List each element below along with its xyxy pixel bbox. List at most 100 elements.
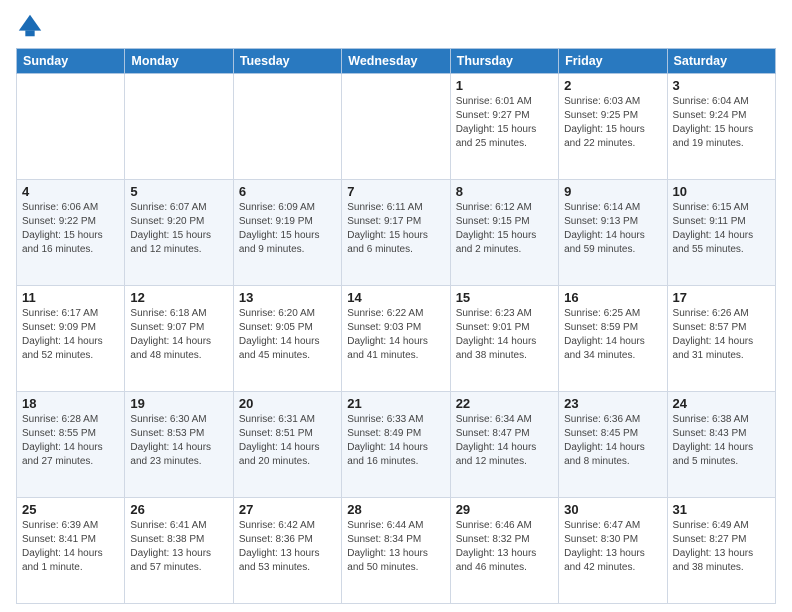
day-number: 6 — [239, 184, 336, 199]
day-number: 10 — [673, 184, 770, 199]
calendar-cell: 10 Sunrise: 6:15 AM Sunset: 9:11 PM Dayli… — [667, 180, 775, 286]
day-info: Sunrise: 6:33 AM Sunset: 8:49 PM Dayligh… — [347, 413, 444, 469]
day-number: 3 — [673, 78, 770, 93]
calendar-cell: 3 Sunrise: 6:04 AM Sunset: 9:24 PM Daylig… — [667, 74, 775, 180]
calendar-cell: 31 Sunrise: 6:49 AM Sunset: 8:27 PM Dayli… — [667, 498, 775, 604]
day-info: Sunrise: 6:39 AM Sunset: 8:41 PM Dayligh… — [22, 519, 119, 575]
calendar-cell: 13 Sunrise: 6:20 AM Sunset: 9:05 PM Dayli… — [233, 286, 341, 392]
day-info: Sunrise: 6:20 AM Sunset: 9:05 PM Dayligh… — [239, 307, 336, 363]
day-number: 8 — [456, 184, 553, 199]
calendar-week: 18Sunrise: 6:28 AM Sunset: 8:55 PM Dayli… — [17, 392, 776, 498]
day-info: Sunrise: 6:09 AM Sunset: 9:19 PM Dayligh… — [239, 201, 336, 257]
day-number: 25 — [22, 502, 119, 517]
day-info: Sunrise: 6:28 AM Sunset: 8:55 PM Dayligh… — [22, 413, 119, 469]
calendar-cell: 19 Sunrise: 6:30 AM Sunset: 8:53 PM Dayli… — [125, 392, 233, 498]
logo — [16, 12, 48, 40]
calendar-header: SundayMondayTuesdayWednesdayThursdayFrid… — [17, 49, 776, 74]
calendar-cell: 4 Sunrise: 6:06 AM Sunset: 9:22 PM Daylig… — [17, 180, 125, 286]
day-number: 2 — [564, 78, 661, 93]
day-number: 15 — [456, 290, 553, 305]
day-info: Sunrise: 6:12 AM Sunset: 9:15 PM Dayligh… — [456, 201, 553, 257]
day-info: Sunrise: 6:11 AM Sunset: 9:17 PM Dayligh… — [347, 201, 444, 257]
day-number: 4 — [22, 184, 119, 199]
day-number: 1 — [456, 78, 553, 93]
calendar-cell: 30Sunrise: 6:47 AM Sunset: 8:30 PM Dayli… — [559, 498, 667, 604]
calendar-cell: 7 Sunrise: 6:11 AM Sunset: 9:17 PM Daylig… — [342, 180, 450, 286]
day-number: 21 — [347, 396, 444, 411]
weekday-header: Monday — [125, 49, 233, 74]
weekday-header: Friday — [559, 49, 667, 74]
calendar-cell: 12 Sunrise: 6:18 AM Sunset: 9:07 PM Dayli… — [125, 286, 233, 392]
day-info: Sunrise: 6:42 AM Sunset: 8:36 PM Dayligh… — [239, 519, 336, 575]
day-info: Sunrise: 6:31 AM Sunset: 8:51 PM Dayligh… — [239, 413, 336, 469]
weekday-header: Saturday — [667, 49, 775, 74]
calendar-week: 4 Sunrise: 6:06 AM Sunset: 9:22 PM Daylig… — [17, 180, 776, 286]
day-number: 13 — [239, 290, 336, 305]
calendar-table: SundayMondayTuesdayWednesdayThursdayFrid… — [16, 48, 776, 604]
day-number: 16 — [564, 290, 661, 305]
calendar-cell — [17, 74, 125, 180]
day-info: Sunrise: 6:06 AM Sunset: 9:22 PM Dayligh… — [22, 201, 119, 257]
calendar-cell: 28Sunrise: 6:44 AM Sunset: 8:34 PM Dayli… — [342, 498, 450, 604]
calendar-cell: 9 Sunrise: 6:14 AM Sunset: 9:13 PM Daylig… — [559, 180, 667, 286]
calendar-cell: 14 Sunrise: 6:22 AM Sunset: 9:03 PM Dayli… — [342, 286, 450, 392]
day-number: 17 — [673, 290, 770, 305]
day-number: 22 — [456, 396, 553, 411]
day-number: 26 — [130, 502, 227, 517]
calendar-week: 11Sunrise: 6:17 AM Sunset: 9:09 PM Dayli… — [17, 286, 776, 392]
weekday-header: Tuesday — [233, 49, 341, 74]
weekday-header: Sunday — [17, 49, 125, 74]
day-number: 19 — [130, 396, 227, 411]
day-number: 5 — [130, 184, 227, 199]
day-info: Sunrise: 6:44 AM Sunset: 8:34 PM Dayligh… — [347, 519, 444, 575]
day-info: Sunrise: 6:22 AM Sunset: 9:03 PM Dayligh… — [347, 307, 444, 363]
day-info: Sunrise: 6:26 AM Sunset: 8:57 PM Dayligh… — [673, 307, 770, 363]
day-info: Sunrise: 6:46 AM Sunset: 8:32 PM Dayligh… — [456, 519, 553, 575]
day-number: 31 — [673, 502, 770, 517]
page: SundayMondayTuesdayWednesdayThursdayFrid… — [0, 0, 792, 612]
day-number: 30 — [564, 502, 661, 517]
calendar-cell: 16 Sunrise: 6:25 AM Sunset: 8:59 PM Dayli… — [559, 286, 667, 392]
calendar-cell: 22Sunrise: 6:34 AM Sunset: 8:47 PM Dayli… — [450, 392, 558, 498]
calendar-week: 1 Sunrise: 6:01 AM Sunset: 9:27 PM Daylig… — [17, 74, 776, 180]
day-number: 20 — [239, 396, 336, 411]
calendar-cell: 1 Sunrise: 6:01 AM Sunset: 9:27 PM Daylig… — [450, 74, 558, 180]
calendar-cell: 27 Sunrise: 6:42 AM Sunset: 8:36 PM Dayli… — [233, 498, 341, 604]
calendar-body: 1 Sunrise: 6:01 AM Sunset: 9:27 PM Daylig… — [17, 74, 776, 604]
day-number: 7 — [347, 184, 444, 199]
calendar-cell: 6 Sunrise: 6:09 AM Sunset: 9:19 PM Daylig… — [233, 180, 341, 286]
day-info: Sunrise: 6:07 AM Sunset: 9:20 PM Dayligh… — [130, 201, 227, 257]
day-info: Sunrise: 6:18 AM Sunset: 9:07 PM Dayligh… — [130, 307, 227, 363]
day-info: Sunrise: 6:23 AM Sunset: 9:01 PM Dayligh… — [456, 307, 553, 363]
calendar-cell: 18Sunrise: 6:28 AM Sunset: 8:55 PM Dayli… — [17, 392, 125, 498]
header — [16, 12, 776, 40]
day-info: Sunrise: 6:15 AM Sunset: 9:11 PM Dayligh… — [673, 201, 770, 257]
calendar-cell: 23Sunrise: 6:36 AM Sunset: 8:45 PM Dayli… — [559, 392, 667, 498]
calendar-cell: 17 Sunrise: 6:26 AM Sunset: 8:57 PM Dayli… — [667, 286, 775, 392]
day-info: Sunrise: 6:01 AM Sunset: 9:27 PM Dayligh… — [456, 95, 553, 151]
calendar-cell: 24Sunrise: 6:38 AM Sunset: 8:43 PM Dayli… — [667, 392, 775, 498]
day-info: Sunrise: 6:25 AM Sunset: 8:59 PM Dayligh… — [564, 307, 661, 363]
day-number: 27 — [239, 502, 336, 517]
calendar-cell: 29 Sunrise: 6:46 AM Sunset: 8:32 PM Dayli… — [450, 498, 558, 604]
day-number: 12 — [130, 290, 227, 305]
day-number: 24 — [673, 396, 770, 411]
day-info: Sunrise: 6:14 AM Sunset: 9:13 PM Dayligh… — [564, 201, 661, 257]
calendar-cell: 11Sunrise: 6:17 AM Sunset: 9:09 PM Dayli… — [17, 286, 125, 392]
calendar-cell: 5 Sunrise: 6:07 AM Sunset: 9:20 PM Daylig… — [125, 180, 233, 286]
day-info: Sunrise: 6:49 AM Sunset: 8:27 PM Dayligh… — [673, 519, 770, 575]
calendar-cell: 21 Sunrise: 6:33 AM Sunset: 8:49 PM Dayli… — [342, 392, 450, 498]
day-info: Sunrise: 6:03 AM Sunset: 9:25 PM Dayligh… — [564, 95, 661, 151]
day-number: 9 — [564, 184, 661, 199]
weekday-header: Thursday — [450, 49, 558, 74]
day-info: Sunrise: 6:04 AM Sunset: 9:24 PM Dayligh… — [673, 95, 770, 151]
calendar-week: 25 Sunrise: 6:39 AM Sunset: 8:41 PM Dayli… — [17, 498, 776, 604]
day-number: 14 — [347, 290, 444, 305]
weekday-header: Wednesday — [342, 49, 450, 74]
day-info: Sunrise: 6:30 AM Sunset: 8:53 PM Dayligh… — [130, 413, 227, 469]
day-number: 29 — [456, 502, 553, 517]
calendar-cell: 20 Sunrise: 6:31 AM Sunset: 8:51 PM Dayli… — [233, 392, 341, 498]
calendar-cell: 15 Sunrise: 6:23 AM Sunset: 9:01 PM Dayli… — [450, 286, 558, 392]
weekday-row: SundayMondayTuesdayWednesdayThursdayFrid… — [17, 49, 776, 74]
logo-icon — [16, 12, 44, 40]
